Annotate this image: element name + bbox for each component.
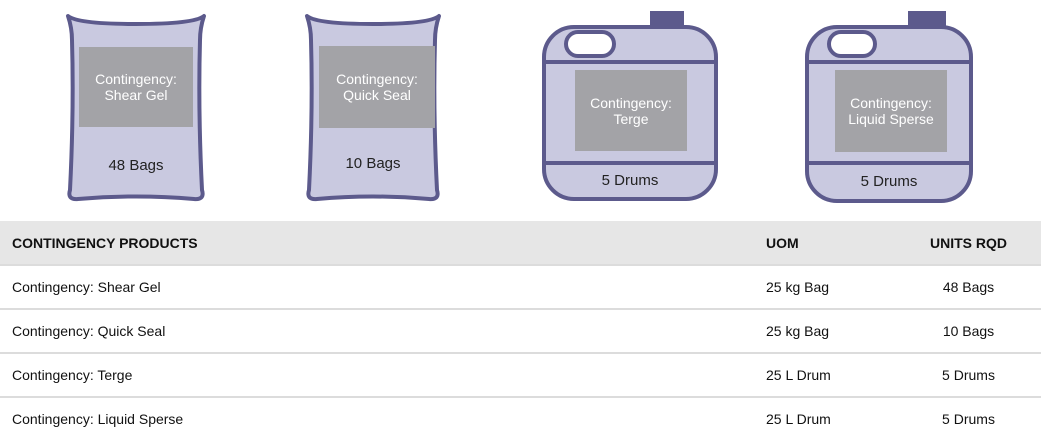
package-terge: Contingency: Terge 5 Drums xyxy=(540,10,720,202)
units-cell: 48 Bags xyxy=(896,264,1041,309)
product-label: Contingency: Terge xyxy=(575,70,687,151)
package-liquid-sperse: Contingency: Liquid Sperse 5 Drums xyxy=(803,10,975,204)
product-label-line2: Terge xyxy=(613,110,649,127)
quantity-label: 5 Drums xyxy=(860,173,918,190)
product-label: Contingency: Shear Gel xyxy=(79,47,193,127)
product-label-line2: Shear Gel xyxy=(104,87,168,103)
product-name-cell: Contingency: Terge xyxy=(0,352,766,397)
column-header-products: CONTINGENCY PRODUCTS xyxy=(0,221,766,265)
column-header-uom: UOM xyxy=(766,221,896,265)
quantity-label: 10 Bags xyxy=(345,155,401,172)
uom-cell: 25 L Drum xyxy=(766,352,896,397)
table-row: Contingency: Liquid Sperse 25 L Drum 5 D… xyxy=(0,396,1041,440)
quantity-label: 5 Drums xyxy=(601,172,659,189)
units-cell: 5 Drums xyxy=(896,396,1041,440)
uom-cell: 25 kg Bag xyxy=(766,264,896,309)
products-table: CONTINGENCY PRODUCTS UOM UNITS RQD Conti… xyxy=(0,221,1041,440)
product-label-line2: Quick Seal xyxy=(343,87,411,103)
product-name-cell: Contingency: Liquid Sperse xyxy=(0,396,766,440)
units-cell: 10 Bags xyxy=(896,308,1041,353)
product-label-line1: Contingency: xyxy=(590,94,672,111)
table-row: Contingency: Shear Gel 25 kg Bag 48 Bags xyxy=(0,264,1041,309)
table-row: Contingency: Terge 25 L Drum 5 Drums xyxy=(0,352,1041,397)
uom-cell: 25 L Drum xyxy=(766,396,896,440)
units-cell: 5 Drums xyxy=(896,352,1041,397)
table-header-row: CONTINGENCY PRODUCTS UOM UNITS RQD xyxy=(0,221,1041,265)
product-label: Contingency: Liquid Sperse xyxy=(835,70,947,152)
table-row: Contingency: Quick Seal 25 kg Bag 10 Bag… xyxy=(0,308,1041,353)
column-header-units-rqd: UNITS RQD xyxy=(896,221,1041,265)
package-quick-seal: Contingency: Quick Seal 10 Bags xyxy=(299,10,447,205)
product-label: Contingency: Quick Seal xyxy=(319,46,435,128)
product-label-line1: Contingency: xyxy=(850,95,932,111)
product-name-cell: Contingency: Quick Seal xyxy=(0,308,766,353)
quantity-label: 48 Bags xyxy=(108,157,164,174)
product-label-line2: Liquid Sperse xyxy=(848,111,934,127)
uom-cell: 25 kg Bag xyxy=(766,308,896,353)
product-label-line1: Contingency: xyxy=(336,71,418,87)
product-label-line1: Contingency: xyxy=(95,71,177,87)
package-shear-gel: Contingency: Shear Gel 48 Bags xyxy=(60,10,212,205)
product-name-cell: Contingency: Shear Gel xyxy=(0,264,766,309)
